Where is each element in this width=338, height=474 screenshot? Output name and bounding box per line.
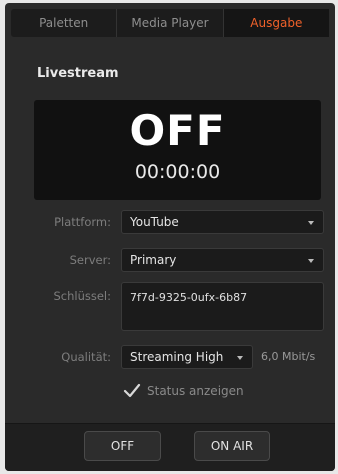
platform-dropdown[interactable]: YouTube [121, 210, 324, 234]
tab-paletten[interactable]: Paletten [11, 9, 118, 37]
server-label: Server: [69, 253, 111, 267]
key-label: Schlüssel: [53, 289, 111, 303]
stream-state: OFF [129, 106, 226, 155]
stream-key-value: 7f7d-9325-0ufx-6b87 [130, 291, 248, 304]
platform-value: YouTube [130, 215, 179, 229]
stream-status-display: OFF 00:00:00 [34, 100, 321, 200]
on-air-button[interactable]: ON AIR [194, 431, 270, 461]
output-panel: Paletten Media Player Ausgabe Livestream… [5, 3, 335, 471]
chevron-down-icon [308, 259, 314, 263]
show-status-checkbox[interactable]: Status anzeigen [123, 383, 244, 399]
stream-timecode: 00:00:00 [134, 161, 221, 183]
tab-bar: Paletten Media Player Ausgabe [11, 9, 329, 37]
stream-key-field[interactable]: 7f7d-9325-0ufx-6b87 [121, 282, 324, 331]
chevron-down-icon [308, 221, 314, 225]
quality-label: Qualität: [61, 350, 111, 364]
bitrate-label: 6,0 Mbit/s [261, 350, 316, 363]
server-value: Primary [130, 253, 177, 267]
tab-ausgabe[interactable]: Ausgabe [223, 9, 329, 37]
platform-label: Plattform: [54, 215, 111, 229]
tab-media-player[interactable]: Media Player [117, 9, 224, 37]
bottom-bar [5, 423, 335, 471]
quality-dropdown[interactable]: Streaming High [121, 345, 253, 369]
off-button[interactable]: OFF [84, 431, 161, 461]
checkmark-icon [123, 383, 141, 398]
server-dropdown[interactable]: Primary [121, 248, 324, 272]
show-status-label: Status anzeigen [147, 384, 244, 398]
section-title: Livestream [37, 66, 119, 81]
chevron-down-icon [237, 356, 243, 360]
quality-value: Streaming High [130, 350, 224, 364]
